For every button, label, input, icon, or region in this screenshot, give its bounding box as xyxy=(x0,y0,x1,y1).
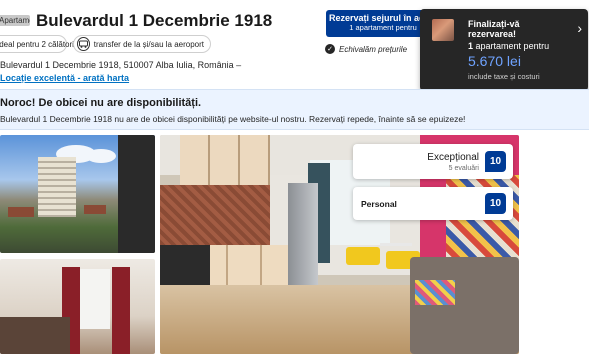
staff-score-card[interactable]: Personal 10 xyxy=(353,187,513,220)
popup-tax-note: include taxe și costuri xyxy=(468,72,540,81)
review-count: 5 evaluări xyxy=(448,165,479,172)
roof-shape xyxy=(8,207,34,217)
popup-price: 5.670 lei xyxy=(468,53,521,69)
staff-score-label: Personal xyxy=(361,199,397,209)
bed-shape xyxy=(0,317,70,354)
price-match-label: Echivalăm prețurile xyxy=(339,44,408,54)
property-address: Bulevardul 1 Decembrie 1918, 510007 Alba… xyxy=(0,60,242,70)
staff-score-badge: 10 xyxy=(485,193,506,214)
property-title: Bulevardul 1 Decembrie 1918 xyxy=(36,11,273,30)
fridge-shape xyxy=(288,183,318,293)
tower-building xyxy=(38,157,76,217)
sofa-cushion xyxy=(415,280,455,305)
city-view-photo[interactable] xyxy=(0,135,155,253)
check-icon: ✓ xyxy=(325,44,335,54)
review-score-label: Excepțional xyxy=(427,152,479,163)
popup-unit-count: 1 xyxy=(468,41,474,51)
sofa-shape xyxy=(410,257,519,354)
review-score-card[interactable]: Excepțional 5 evaluări 10 xyxy=(353,144,513,179)
bedroom-photo[interactable] xyxy=(0,259,155,354)
popup-unit-text: apartament pentru xyxy=(475,41,550,51)
feature-badge-travellers: Ideal pentru 2 călători xyxy=(0,35,74,53)
finish-booking-popup[interactable]: Finalizați-vă rezervarea! 1 apartament p… xyxy=(420,9,588,91)
chevron-right-icon[interactable]: › xyxy=(577,20,582,36)
availability-alert: Noroc! De obicei nu are disponibilități.… xyxy=(0,89,589,130)
popup-title: Finalizați-vă rezervarea! xyxy=(468,19,520,39)
review-score-badge: 10 xyxy=(485,151,506,172)
cloud-shape xyxy=(86,149,116,163)
window-shape xyxy=(80,269,110,329)
upper-cabinets xyxy=(180,135,270,185)
feature-label: transfer de la și/sau la aeroport xyxy=(93,39,204,49)
show-map-link[interactable]: Locație excelentă - arată harta xyxy=(0,73,129,83)
near-building xyxy=(118,135,155,253)
popup-unit-summary: 1 apartament pentru xyxy=(468,41,549,51)
popup-title-line2: rezervarea! xyxy=(468,29,517,39)
property-type-badge: Apartamentul xyxy=(0,15,30,26)
alert-title: Noroc! De obicei nu are disponibilități. xyxy=(0,97,202,109)
feature-badge-airport-shuttle: transfer de la și/sau la aeroport xyxy=(73,35,211,53)
alert-text: Bulevardul 1 Decembrie 1918 nu are de ob… xyxy=(0,114,466,124)
dining-table xyxy=(380,243,412,246)
roof-shape xyxy=(84,205,106,214)
feature-label: Ideal pentru 2 călători xyxy=(0,39,74,49)
backsplash-tiles xyxy=(160,185,270,245)
price-match-note[interactable]: ✓ Echivalăm prețurile xyxy=(325,44,407,54)
curtain-shape xyxy=(112,267,130,354)
apartment-thumbnail xyxy=(432,19,454,41)
shuttle-icon xyxy=(77,37,90,51)
popup-title-line1: Finalizați-vă xyxy=(468,19,520,29)
yellow-chair xyxy=(346,247,380,265)
